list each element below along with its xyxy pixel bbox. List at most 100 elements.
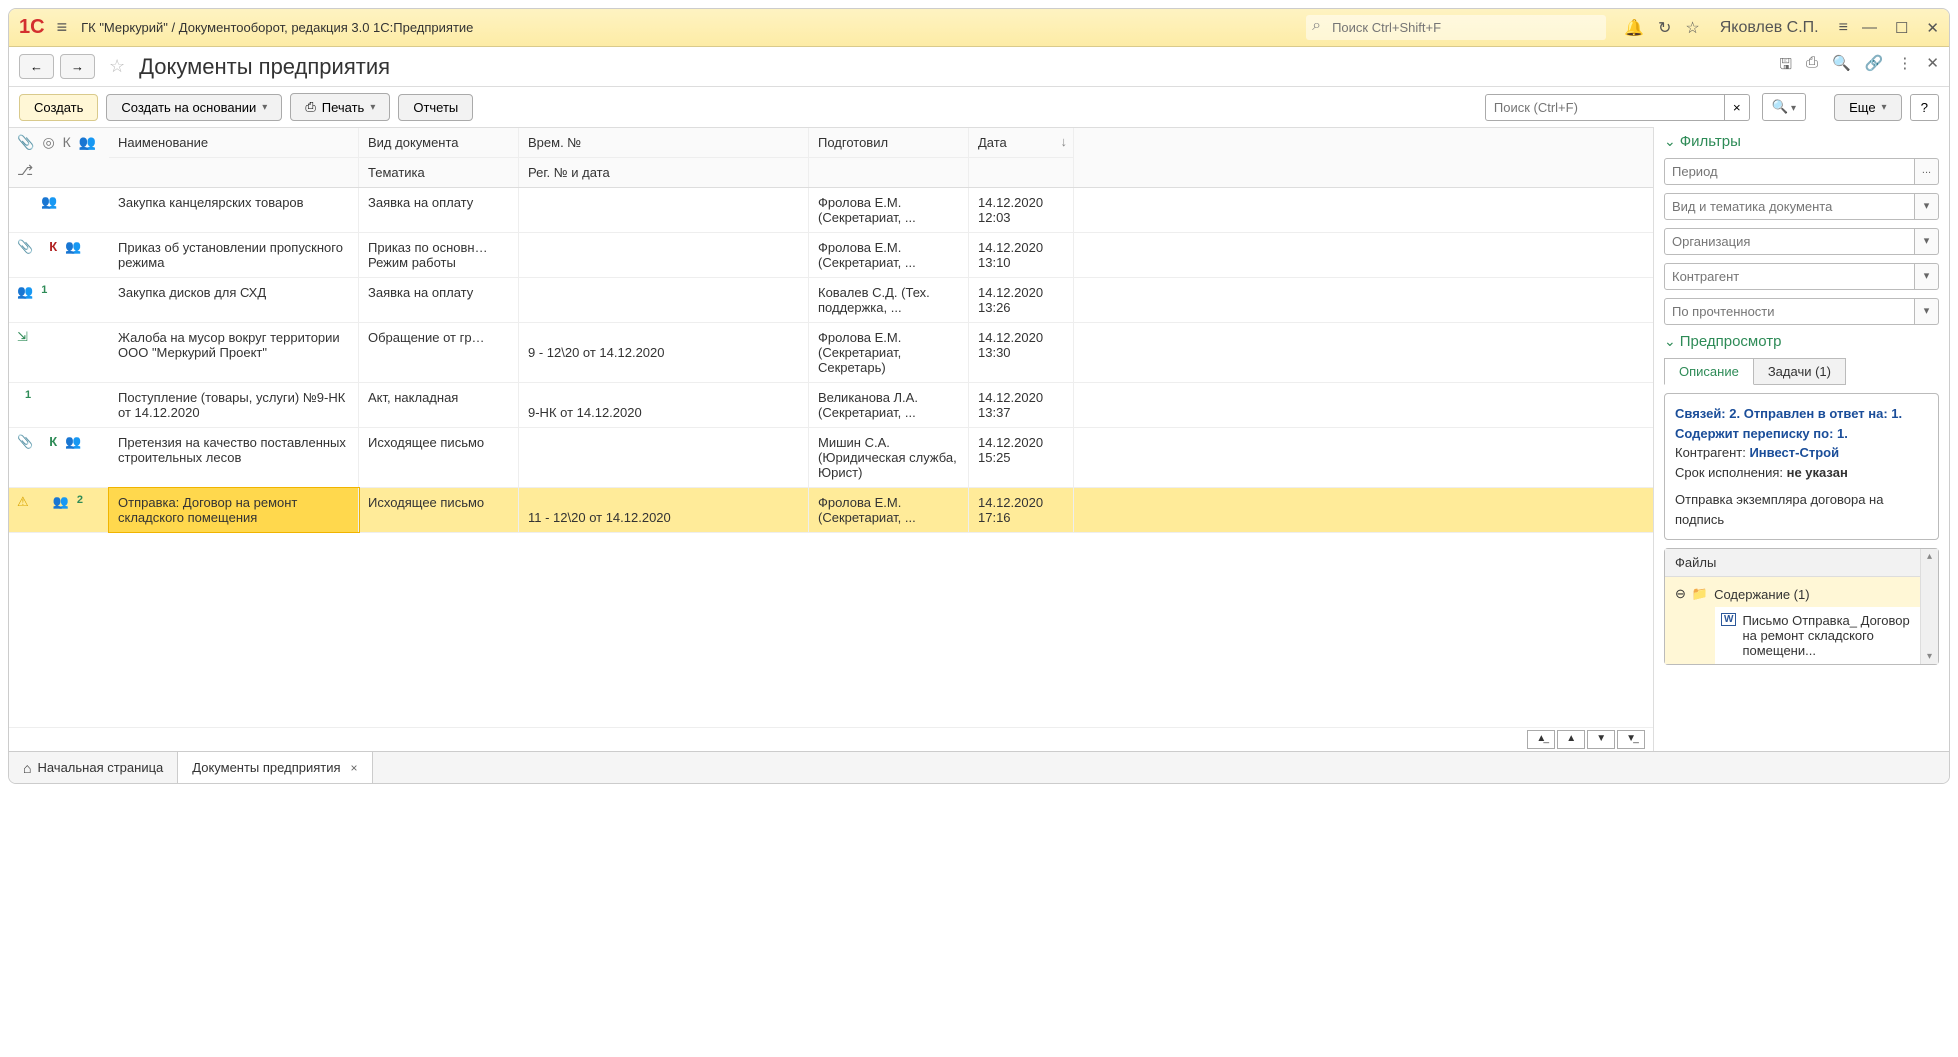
scroll-up-button[interactable]: ▲	[1557, 730, 1585, 749]
collapse-icon[interactable]: ⊖	[1675, 586, 1686, 602]
minimize-icon[interactable]: —	[1862, 19, 1877, 37]
user-name[interactable]: Яковлев С.П.	[1720, 19, 1819, 37]
table-row[interactable]: 📎К👥 Приказ об установлении пропускного р…	[9, 233, 1653, 278]
file-node[interactable]: W Письмо Отправка_ Договор на ремонт скл…	[1715, 607, 1920, 664]
filters-section-title[interactable]: Фильтры	[1664, 133, 1939, 150]
col-prepared[interactable]: Подготовил	[809, 128, 969, 157]
counterparty-drop-button[interactable]: ▾	[1915, 263, 1939, 290]
local-search-input[interactable]	[1485, 94, 1725, 121]
filter-type-topic[interactable]	[1664, 193, 1915, 220]
more-button[interactable]: Еще	[1834, 94, 1901, 121]
command-bar: ← → ☆ Документы предприятия 🖫 ⎙ 🔍 🔗 ⋮ ✕	[9, 47, 1949, 87]
link-icon[interactable]: 🔗	[1865, 54, 1884, 79]
folder-node[interactable]: ⊖ 📁 Содержание (1)	[1675, 583, 1910, 605]
clip-icon: 📎	[17, 239, 33, 271]
clear-search-button[interactable]: ×	[1725, 94, 1750, 121]
print-icon[interactable]: ⎙	[1806, 54, 1818, 79]
period-ext-button[interactable]: ...	[1915, 158, 1939, 185]
title-bar: 1C ≡ ГК "Меркурий" / Документооборот, ре…	[9, 9, 1949, 47]
sort-asc-icon: ↓	[1061, 134, 1068, 149]
preview-icon[interactable]: 🔍	[1832, 54, 1851, 79]
table-row[interactable]: 📎К👥 Претензия на качество поставленных с…	[9, 428, 1653, 488]
k-header-icon[interactable]: К	[63, 134, 71, 154]
bell-icon[interactable]: 🔔	[1624, 18, 1644, 38]
col-date[interactable]: Дата↓	[969, 128, 1074, 157]
org-drop-button[interactable]: ▾	[1915, 228, 1939, 255]
status-header-icon[interactable]: ◎	[42, 134, 54, 154]
right-pane: Фильтры ... ▾ ▾ ▾ ▾ Предпросмотр Описани…	[1654, 127, 1949, 751]
attachment-header-icon[interactable]: 📎	[17, 134, 34, 154]
history-icon[interactable]: ↻	[1658, 18, 1671, 38]
deadline-label: Срок исполнения:	[1675, 465, 1783, 480]
toolbar: Создать Создать на основании ⎙Печать Отч…	[9, 87, 1949, 127]
group-icon: 👥	[53, 494, 69, 526]
type-drop-button[interactable]: ▾	[1915, 193, 1939, 220]
tab-documents[interactable]: Документы предприятия×	[178, 752, 372, 783]
group-icon: 👥	[41, 194, 57, 226]
nav-back-button[interactable]: ←	[19, 54, 54, 79]
group-icon: 👥	[65, 239, 81, 271]
create-button[interactable]: Создать	[19, 94, 98, 121]
table-row[interactable]: ⇲ Жалоба на мусор вокруг территории ООО …	[9, 323, 1653, 383]
preview-links-line[interactable]: Связей: 2. Отправлен в ответ на: 1. Соде…	[1675, 404, 1928, 443]
page-title: Документы предприятия	[139, 54, 1773, 80]
save-icon[interactable]: 🖫	[1779, 54, 1792, 79]
tab-description[interactable]: Описание	[1664, 358, 1754, 385]
col-name[interactable]: Наименование	[109, 128, 359, 157]
star-icon[interactable]: ☆	[1685, 18, 1699, 38]
reports-button[interactable]: Отчеты	[398, 94, 473, 121]
k-icon: К	[49, 434, 57, 481]
counterparty-label: Контрагент:	[1675, 445, 1746, 460]
table-row[interactable]: 1 Поступление (товары, услуги) №9-НК от …	[9, 383, 1653, 428]
table-row[interactable]: 👥1 Закупка дисков для СХД Заявка на опла…	[9, 278, 1653, 323]
favorite-icon[interactable]: ☆	[109, 56, 125, 77]
group-header-icon[interactable]: 👥	[79, 134, 96, 154]
scroll-bottom-button[interactable]: ▼̲	[1617, 730, 1645, 749]
close-form-icon[interactable]: ✕	[1926, 54, 1939, 79]
close-window-icon[interactable]: ✕	[1926, 19, 1939, 37]
preview-body: Отправка экземпляра договора на подпись	[1675, 490, 1928, 529]
table-row[interactable]: 👥 Закупка канцелярских товаров Заявка на…	[9, 188, 1653, 233]
breadcrumb: ГК "Меркурий" / Документооборот, редакци…	[81, 20, 1306, 35]
table-row[interactable]: ⚠👥2 Отправка: Договор на ремонт складско…	[9, 488, 1653, 533]
col-reg-no[interactable]: Рег. № и дата	[519, 157, 809, 187]
settings-icon[interactable]: ≡	[1839, 19, 1848, 37]
tab-tasks[interactable]: Задачи (1)	[1754, 358, 1846, 385]
group-icon: 👥	[17, 284, 33, 316]
deadline-value: не указан	[1787, 465, 1848, 480]
nav-forward-button[interactable]: →	[60, 54, 95, 79]
preview-section-title[interactable]: Предпросмотр	[1664, 333, 1939, 350]
kebab-icon[interactable]: ⋮	[1897, 54, 1912, 79]
tab-home[interactable]: Начальная страница	[9, 752, 178, 783]
read-drop-button[interactable]: ▾	[1915, 298, 1939, 325]
search-dropdown-button[interactable]: 🔍	[1762, 93, 1806, 121]
col-name-sub	[109, 157, 359, 187]
maximize-icon[interactable]: ☐	[1895, 19, 1908, 37]
scroll-down-button[interactable]: ▼	[1587, 730, 1615, 749]
filter-counterparty[interactable]	[1664, 263, 1915, 290]
main-menu-icon[interactable]: ≡	[57, 17, 68, 38]
filter-org[interactable]	[1664, 228, 1915, 255]
tree-header-icon[interactable]: ⎇	[17, 162, 33, 182]
printer-icon: ⎙	[305, 99, 315, 115]
scroll-top-button[interactable]: ▲̲	[1527, 730, 1555, 749]
col-type[interactable]: Вид документа	[359, 128, 519, 157]
warning-icon: ⚠	[17, 494, 29, 526]
files-scrollbar[interactable]: ▴▾	[1920, 549, 1938, 664]
filter-period[interactable]	[1664, 158, 1915, 185]
clip-icon: 📎	[17, 434, 33, 481]
counterparty-link[interactable]: Инвест-Строй	[1749, 445, 1839, 460]
global-search-input[interactable]	[1306, 15, 1606, 40]
icon-columns-header[interactable]: 📎 ◎ К 👥 ⎇ x	[9, 128, 109, 187]
count-icon: 2	[77, 494, 83, 526]
col-temp-no[interactable]: Врем. №	[519, 128, 809, 157]
create-based-button[interactable]: Создать на основании	[106, 94, 282, 121]
scroll-controls: ▲̲ ▲ ▼ ▼̲	[9, 727, 1653, 751]
close-tab-icon[interactable]: ×	[351, 761, 358, 775]
documents-table: 📎 ◎ К 👥 ⎇ x Наименование Вид документа В…	[9, 127, 1654, 751]
col-topic[interactable]: Тематика	[359, 157, 519, 187]
print-button[interactable]: ⎙Печать	[290, 93, 390, 121]
filter-read-status[interactable]	[1664, 298, 1915, 325]
bottom-tabs: Начальная страница Документы предприятия…	[9, 751, 1949, 783]
help-button[interactable]: ?	[1910, 94, 1939, 121]
